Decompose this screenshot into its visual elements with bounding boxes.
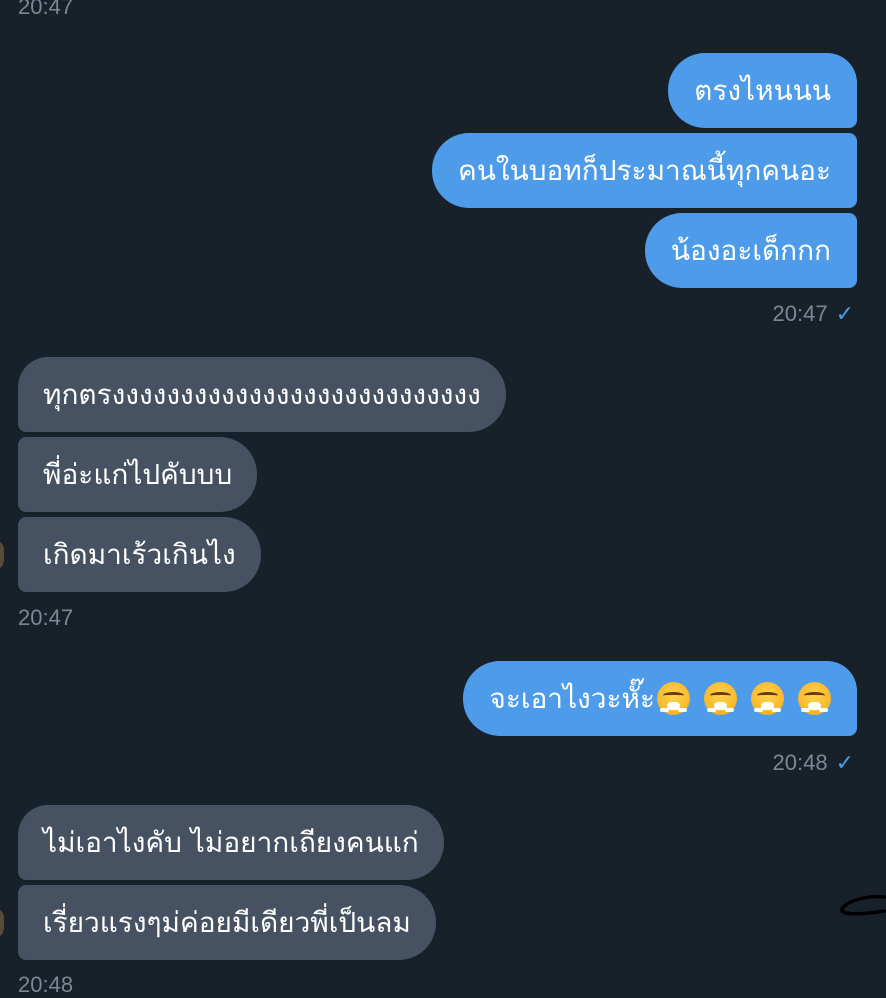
message-bubble-incoming[interactable]: เรี่ยวแรงๆม่ค่อยมีเดียวพี่เป็นลม xyxy=(18,885,436,960)
steam-face-emoji-icon xyxy=(751,682,784,715)
sender-avatar[interactable] xyxy=(0,540,4,570)
message-bubble-outgoing[interactable]: น้องอะเด็กกก xyxy=(644,213,857,288)
message-bubble-incoming[interactable]: ทุกตรงงงงงงงงงงงงงงงงงงงงงงงงงงง xyxy=(18,357,506,432)
steam-face-emoji-icon xyxy=(657,682,690,715)
timestamp: 20:47 xyxy=(18,0,74,19)
message-time: 20:48 ✓ xyxy=(773,750,855,776)
scribble-mark xyxy=(840,894,886,916)
message-bubble-incoming[interactable]: ไม่เอาไงคับ ไม่อยากเถียงคนแก่ xyxy=(18,805,444,880)
message-bubble-incoming[interactable]: เกิดมาเร้วเกินไง xyxy=(18,517,261,592)
message-text: ไม่เอาไงคับ ไม่อยากเถียงคนแก่ xyxy=(43,825,419,859)
message-text: น้องอะเด็กกก xyxy=(670,233,831,267)
message-text: ทุกตรงงงงงงงงงงงงงงงงงงงงงงงงงงง xyxy=(43,377,481,411)
message-bubble-incoming[interactable]: พี่อ่ะแก่ไปคับบบ xyxy=(18,437,258,512)
read-check-icon: ✓ xyxy=(835,750,854,775)
sender-avatar[interactable] xyxy=(0,908,4,938)
message-time: 20:48 xyxy=(18,972,74,997)
steam-face-emoji-icon xyxy=(798,682,831,715)
time-text: 20:47 xyxy=(772,301,828,326)
message-text: เกิดมาเร้วเกินไง xyxy=(43,537,236,571)
message-text: ตรงไหนนน xyxy=(694,73,831,107)
message-bubble-outgoing[interactable]: ตรงไหนนน xyxy=(668,53,857,128)
message-text: คนในบอทก็ประมาณนี้ทุกคนอะ xyxy=(458,153,831,187)
message-bubble-outgoing[interactable]: คนในบอทก็ประมาณนี้ทุกคนอะ xyxy=(432,133,857,208)
time-text: 20:48 xyxy=(772,750,828,775)
steam-face-emoji-icon xyxy=(704,682,737,715)
message-text: จะเอาไงวะหั๊ะ xyxy=(489,681,655,715)
message-time: 20:47 xyxy=(18,605,74,630)
message-bubble-outgoing[interactable]: จะเอาไงวะหั๊ะ xyxy=(463,661,857,736)
message-text: เรี่ยวแรงๆม่ค่อยมีเดียวพี่เป็นลม xyxy=(43,905,411,939)
read-check-icon: ✓ xyxy=(835,301,854,326)
message-time: 20:47 ✓ xyxy=(773,301,855,327)
message-text: พี่อ่ะแก่ไปคับบบ xyxy=(43,457,233,491)
